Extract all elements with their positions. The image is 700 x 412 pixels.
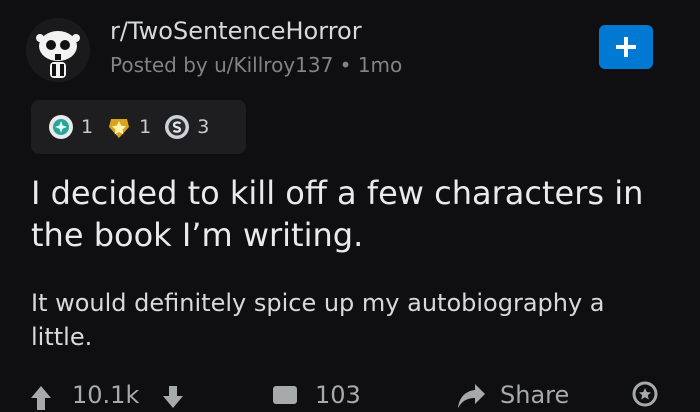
comments-button[interactable] (270, 380, 300, 410)
award-count: 1 (139, 116, 152, 138)
award-count: 3 (197, 116, 210, 138)
award-item[interactable]: 3 (163, 113, 209, 141)
downvote-button[interactable] (160, 380, 186, 410)
post-body: It would definitely spice up my autobiog… (31, 289, 605, 351)
award-count: 1 (81, 116, 94, 138)
share-label: Share (500, 381, 570, 409)
join-button[interactable] (599, 25, 653, 69)
comment-bubble-icon (273, 386, 297, 404)
helpful-award-icon (49, 115, 73, 139)
post-action-bar: 10.1k 103 Share (0, 380, 700, 412)
post-title[interactable]: I decided to kill off a few characters i… (31, 172, 671, 256)
award-item[interactable]: 1 (47, 113, 93, 141)
comment-count: 103 (315, 380, 361, 410)
plus-icon (616, 37, 636, 57)
comments-label: 103 (315, 381, 361, 409)
upvote-arrow-icon (31, 386, 51, 410)
award-button[interactable] (630, 380, 660, 410)
upvote-button[interactable] (28, 380, 54, 410)
awards-bar[interactable]: 1 1 3 (31, 100, 246, 154)
vote-score: 10.1k (72, 380, 139, 410)
share-label-wrap[interactable]: Share (500, 380, 569, 410)
share-button[interactable] (455, 380, 487, 410)
subreddit-avatar[interactable] (26, 18, 90, 82)
gold-star-award-icon (109, 119, 130, 138)
subreddit-name[interactable]: r/TwoSentenceHorror (110, 17, 362, 45)
score-label: 10.1k (72, 381, 140, 409)
share-arrow-icon (458, 384, 485, 408)
award-ribbon-icon (632, 381, 658, 407)
snoo-skull-icon (26, 18, 90, 82)
award-item[interactable]: 1 (105, 113, 151, 141)
post-meta: Posted by u/Killroy137 • 1mo (110, 53, 403, 77)
downvote-arrow-icon (163, 386, 183, 408)
silver-coin-award-icon (165, 115, 190, 139)
